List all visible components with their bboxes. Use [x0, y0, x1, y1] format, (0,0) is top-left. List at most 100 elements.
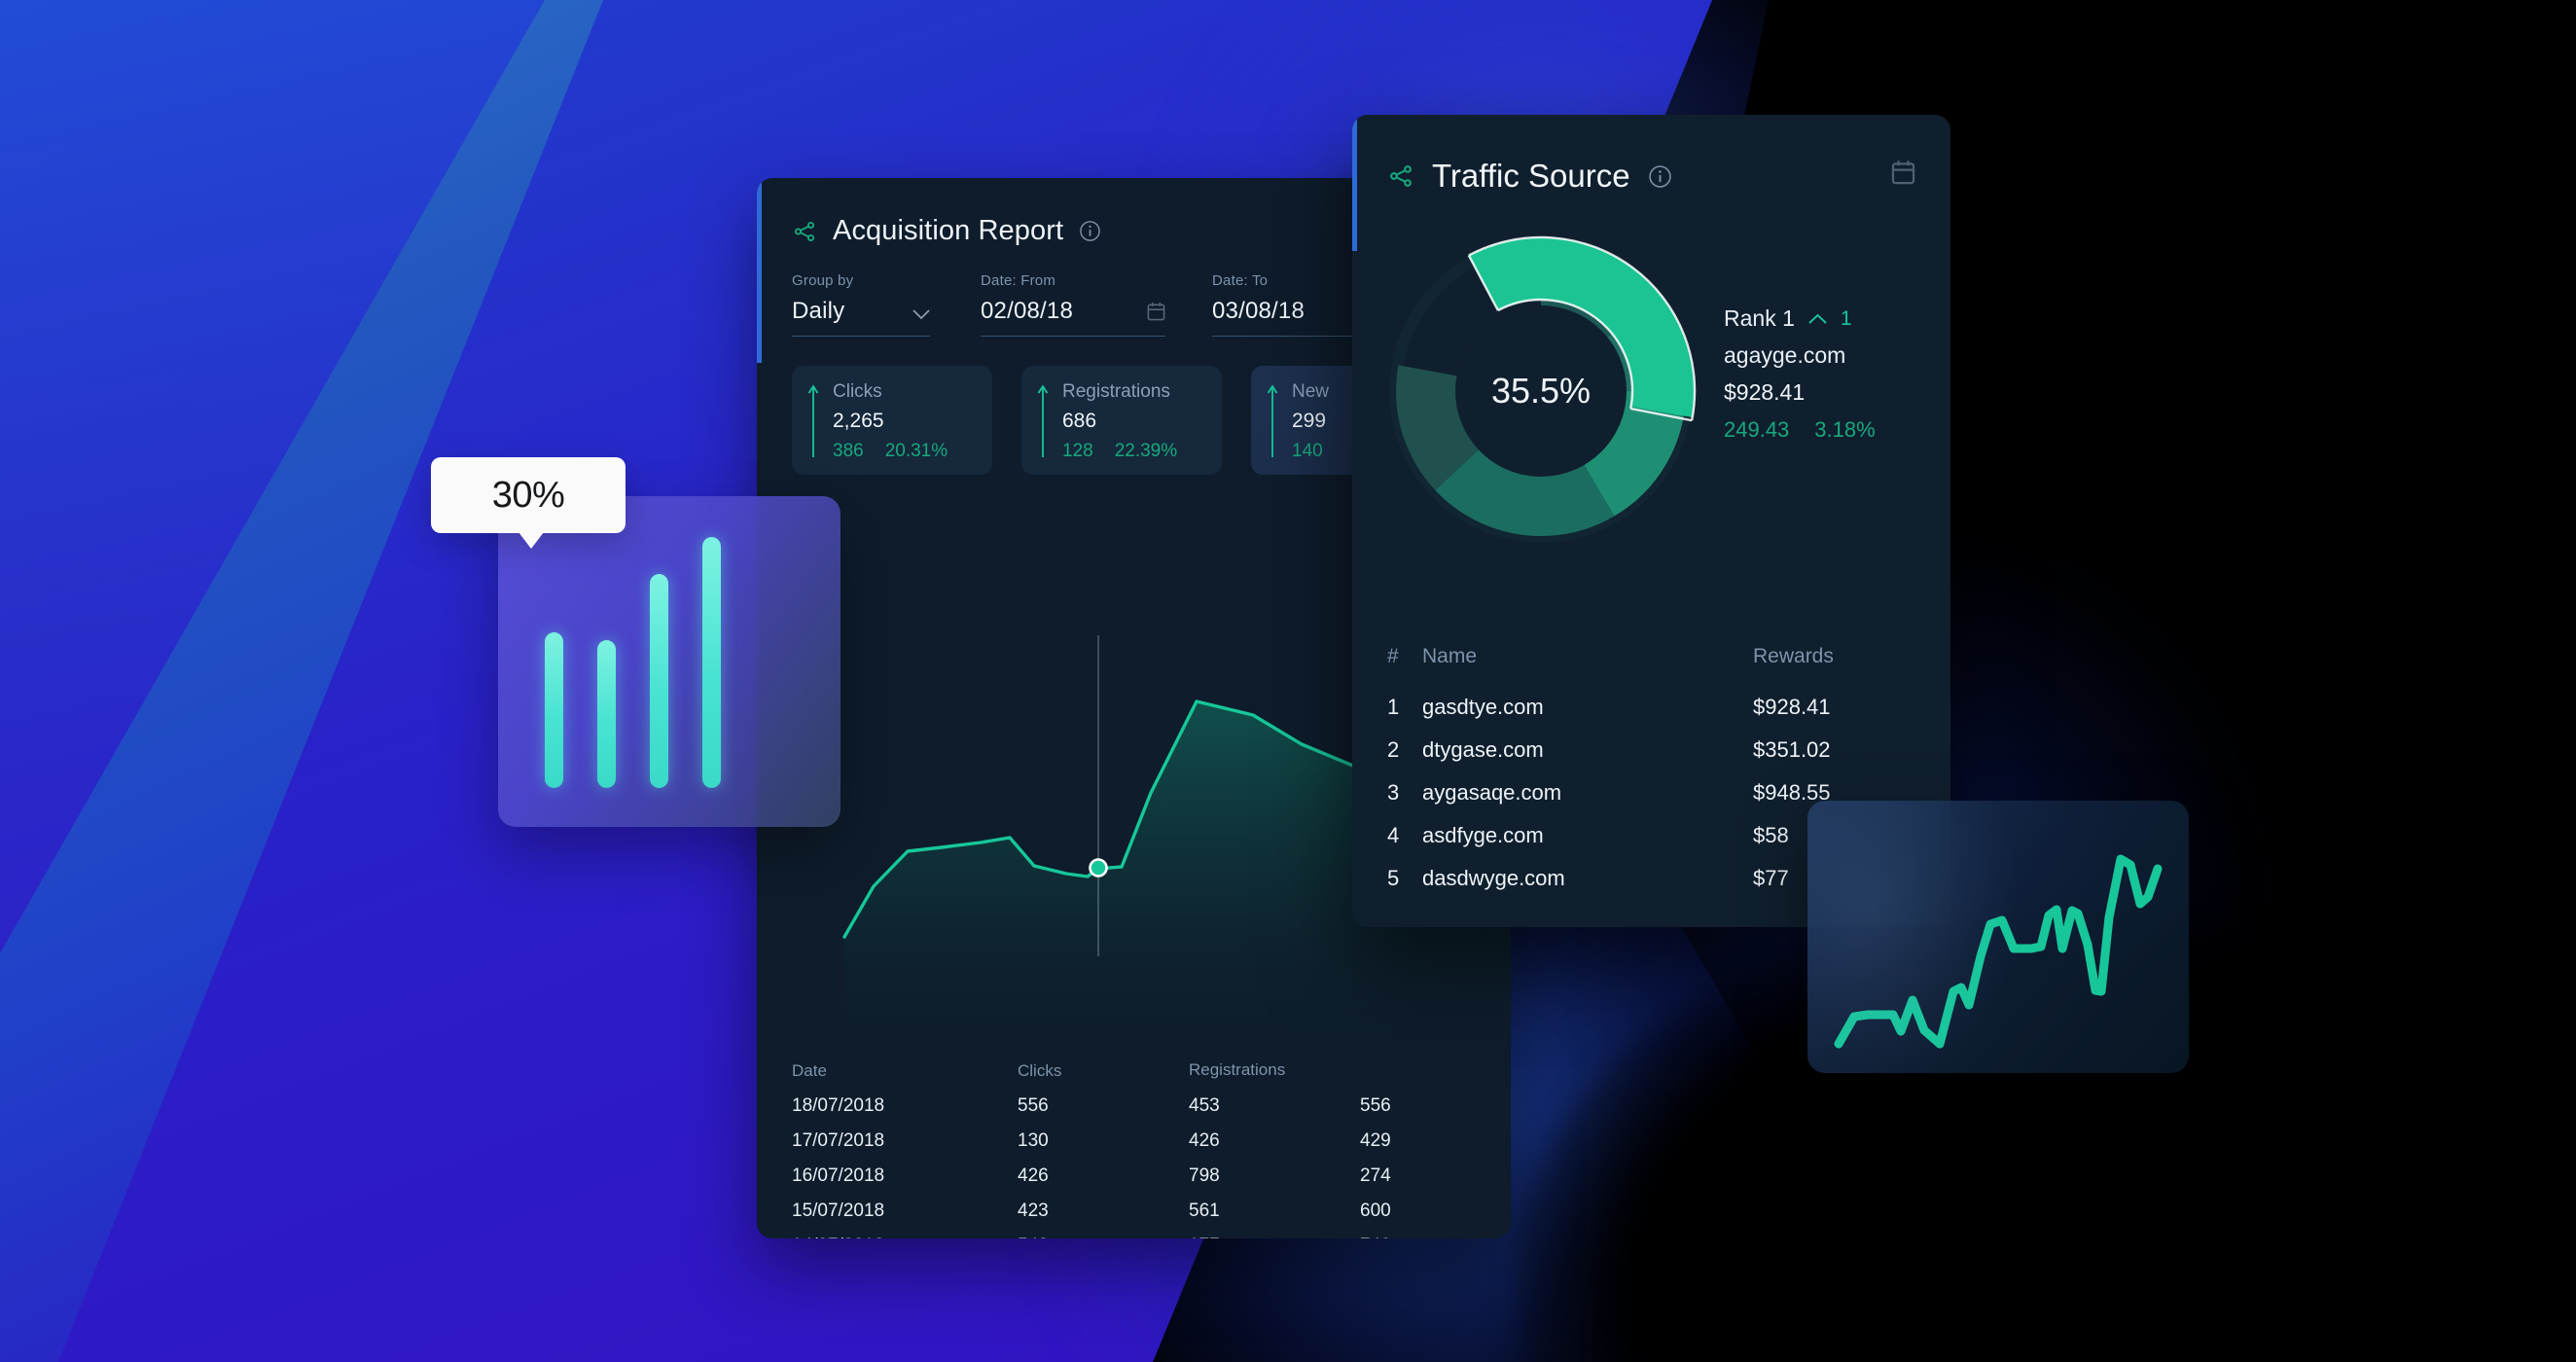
list-item[interactable]: 2 dtygase.com $351.02: [1387, 729, 1917, 771]
cell-rewards: $928.41: [1753, 695, 1831, 719]
kpi-delta: 128: [1062, 441, 1093, 461]
screenshot-root: Acquisition Report Group by Daily Date: …: [0, 0, 2576, 1362]
column-header-rewards[interactable]: Rewards: [1753, 645, 1909, 686]
cell-clicks: 130: [1018, 1130, 1049, 1151]
share-icon[interactable]: [1387, 163, 1414, 189]
table-row[interactable]: 14/07/2018 540 177 740: [792, 1229, 1492, 1238]
kpi-card-registrations[interactable]: Registrations 686 128 22.39%: [1021, 366, 1222, 475]
active-data-point: [1089, 858, 1108, 878]
field-underline: [981, 336, 1165, 337]
rank-delta-value: 249.43: [1724, 417, 1790, 442]
traffic-source-header: Traffic Source: [1352, 115, 1950, 195]
rank-domain: agayge.com: [1724, 342, 1846, 368]
chevron-down-icon: [912, 309, 930, 320]
date-from-label: Date: From: [981, 272, 1056, 289]
rank-change: 1: [1840, 306, 1852, 330]
kpi-value: 2,265: [833, 410, 884, 432]
kpi-value: 686: [1062, 410, 1097, 432]
kpi-percent: 20.31%: [884, 441, 948, 461]
donut-center-label: 35.5%: [1490, 371, 1592, 411]
kpi-card-clicks[interactable]: Clicks 2,265 386 20.31%: [792, 366, 992, 475]
rank-percent: 3.18%: [1814, 417, 1876, 442]
cell-name: dasdwyge.com: [1422, 866, 1565, 890]
cell-registrations: 426: [1189, 1130, 1220, 1151]
cell-extra: 274: [1360, 1165, 1391, 1186]
donut-chart-section: 35.5% Rank 1 1 agayge.com $928.41 249.43…: [1352, 222, 1950, 545]
info-icon[interactable]: [1648, 164, 1672, 189]
cell-rewards: $351.02: [1753, 737, 1831, 762]
rank-summary: Rank 1 1 agayge.com $928.41 249.43 3.18%: [1724, 305, 1876, 443]
table-row[interactable]: 16/07/2018 426 798 274: [792, 1159, 1492, 1194]
date-from-input[interactable]: Date: From 02/08/18: [981, 272, 1165, 337]
cell-name: aygasaqe.com: [1422, 780, 1562, 805]
column-header-clicks[interactable]: Clicks: [1018, 1061, 1189, 1089]
caret-up-icon: [1808, 313, 1827, 324]
calendar-icon[interactable]: [1147, 302, 1165, 321]
cell-name: gasdtye.com: [1422, 695, 1544, 719]
cell-registrations: 453: [1189, 1095, 1220, 1116]
kpi-delta: 386: [833, 441, 864, 461]
info-icon[interactable]: [1079, 220, 1101, 242]
cell-clicks: 423: [1018, 1201, 1049, 1221]
group-by-select[interactable]: Group by Daily: [792, 272, 930, 337]
cell-date: 18/07/2018: [792, 1095, 885, 1116]
cell-name: asdfyge.com: [1422, 823, 1544, 847]
cell-date: 16/07/2018: [792, 1165, 885, 1186]
panel-accent-edge: [757, 178, 762, 363]
list-item[interactable]: 1 gasdtye.com $928.41: [1387, 686, 1917, 729]
traffic-source-title: Traffic Source: [1432, 158, 1630, 194]
card-sheen: [1807, 801, 2021, 1073]
column-header-registrations[interactable]: Registrations: [1189, 1061, 1285, 1089]
table-header-row: Date Clicks Registrations: [792, 1061, 1492, 1089]
kpi-label: New: [1292, 381, 1330, 402]
cell-extra: 429: [1360, 1130, 1391, 1151]
cell-date: 15/07/2018: [792, 1201, 885, 1221]
cell-index: 5: [1387, 866, 1400, 890]
table-header-row: # Name Rewards: [1387, 645, 1917, 686]
table-row[interactable]: 18/07/2018 556 453 556: [792, 1089, 1492, 1124]
kpi-label: Clicks: [833, 381, 882, 402]
table-row[interactable]: 15/07/2018 423 561 600: [792, 1194, 1492, 1229]
cell-date: 14/07/2018: [792, 1229, 1018, 1238]
cell-date: 17/07/2018: [792, 1130, 885, 1151]
column-header-index[interactable]: #: [1387, 645, 1422, 686]
cell-registrations: 561: [1189, 1201, 1220, 1221]
column-header-name[interactable]: Name: [1422, 645, 1753, 686]
date-from-value: 02/08/18: [981, 298, 1074, 324]
group-by-value: Daily: [792, 298, 845, 324]
cell-clicks: 426: [1018, 1165, 1049, 1186]
calendar-icon[interactable]: [1891, 160, 1915, 185]
cell-index: 2: [1387, 737, 1400, 762]
cell-extra: 600: [1360, 1201, 1391, 1221]
cell-index: 3: [1387, 780, 1400, 805]
mini-trend-card[interactable]: [1807, 801, 2189, 1073]
page-title: Acquisition Report: [833, 215, 1064, 246]
arrow-up-icon: [1037, 384, 1049, 457]
table-row[interactable]: 17/07/2018 130 426 429: [792, 1124, 1492, 1159]
cell-extra: 740: [1360, 1229, 1477, 1238]
kpi-percent: 22.39%: [1114, 441, 1178, 461]
bar-3: [650, 574, 668, 788]
column-header-date[interactable]: Date: [792, 1061, 1018, 1089]
percentage-value: 30%: [491, 474, 565, 516]
cell-registrations: 798: [1189, 1165, 1220, 1186]
cell-name: dtygase.com: [1422, 737, 1544, 762]
column-header-extra[interactable]: [1282, 1061, 1399, 1089]
cell-index: 4: [1387, 823, 1400, 847]
group-by-label: Group by: [792, 272, 854, 289]
field-underline: [792, 336, 930, 337]
cell-extra: 556: [1360, 1095, 1391, 1116]
cell-registrations: 177: [1189, 1229, 1360, 1238]
bar-4: [702, 537, 721, 788]
date-to-value: 03/08/18: [1212, 298, 1306, 324]
rank-label: Rank 1: [1724, 305, 1795, 331]
share-icon[interactable]: [792, 220, 817, 243]
arrow-up-icon: [1267, 384, 1278, 457]
cell-index: 1: [1387, 695, 1400, 719]
kpi-delta: 140: [1292, 441, 1323, 461]
percentage-callout: 30%: [431, 457, 626, 549]
bar-chart-card[interactable]: [498, 496, 841, 827]
cell-clicks: 556: [1018, 1095, 1049, 1116]
cell-clicks: 540: [1018, 1229, 1189, 1238]
bar-chart: [545, 537, 721, 788]
